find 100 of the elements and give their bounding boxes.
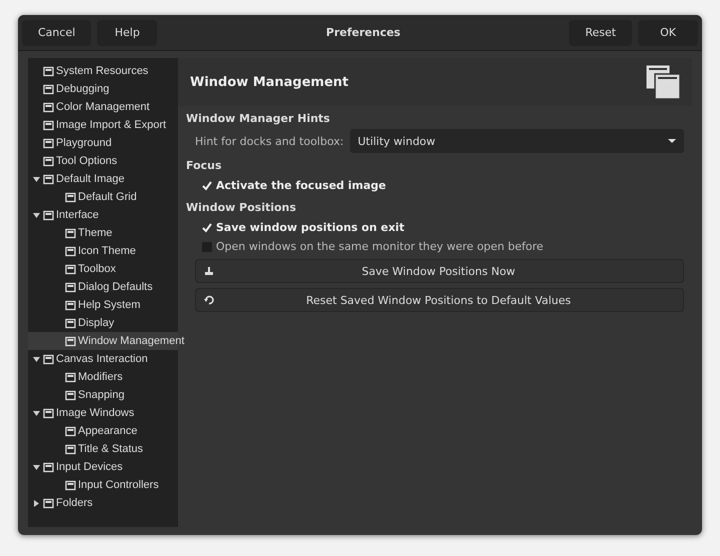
page-icon [65, 246, 76, 256]
reset-icon [204, 295, 214, 305]
item-label: Toolbox [78, 263, 116, 275]
stamp-icon [204, 266, 214, 276]
page-icon [65, 336, 76, 346]
page-icon [65, 228, 76, 238]
checkbox-label: Save window positions on exit [216, 221, 404, 234]
page-icon [65, 282, 76, 292]
tree-item[interactable]: Dialog Defaults [28, 278, 178, 296]
tree-item[interactable]: Interface [28, 206, 178, 224]
tree-item[interactable]: Tool Options [28, 152, 178, 170]
item-label: Debugging [56, 83, 110, 95]
dropdown[interactable]: Utility window [350, 129, 684, 153]
item-label: Canvas Interaction [56, 353, 148, 365]
item-label: Input Devices [56, 461, 123, 473]
collapse-arrow-icon[interactable] [32, 462, 41, 472]
tree-item[interactable]: Display [28, 314, 178, 332]
tree-item[interactable]: Playground [28, 134, 178, 152]
section-heading: Focus [186, 159, 223, 172]
tree-item[interactable]: Input Devices [28, 458, 178, 476]
page-icon [43, 210, 54, 220]
page-icon [65, 444, 76, 454]
expand-arrow-icon[interactable] [32, 498, 41, 508]
checkbox-label: Activate the focused image [216, 179, 386, 192]
item-label: Interface [56, 209, 99, 221]
item-label: Playground [56, 137, 112, 149]
page-title: Window Management [190, 74, 349, 90]
field-label: Hint for docks and toolbox: [195, 134, 344, 148]
item-label: Tool Options [56, 155, 118, 167]
tree-item[interactable]: Help System [28, 296, 178, 314]
tree-item[interactable]: Title & Status [28, 440, 178, 458]
tree-item[interactable]: Icon Theme [28, 242, 178, 260]
page-icon [43, 174, 54, 184]
tree-item[interactable]: System Resources [28, 62, 178, 80]
tree-item[interactable]: Image Import & Export [28, 116, 178, 134]
page-icon [43, 102, 54, 112]
tree-item[interactable]: Snapping [28, 386, 178, 404]
collapse-arrow-icon[interactable] [32, 408, 41, 418]
section-heading: Window Positions [186, 201, 298, 214]
tree-item[interactable]: Toolbox [28, 260, 178, 278]
page-icon [65, 480, 76, 490]
page-icon [65, 318, 76, 328]
page-icon [65, 426, 76, 436]
checkbox-label: Open windows on the same monitor they were open before [216, 240, 544, 253]
item-label: Modifiers [78, 371, 123, 383]
page-icon [65, 390, 76, 400]
page-icon [65, 264, 76, 274]
item-label: Display [78, 317, 114, 329]
tree-item[interactable]: Debugging [28, 80, 178, 98]
header-button[interactable]: Cancel [22, 20, 92, 46]
tree-item[interactable]: Modifiers [28, 368, 178, 386]
windows-icon [644, 63, 682, 101]
tree-item[interactable]: Input Controllers [28, 476, 178, 494]
action-button[interactable]: Save Window Positions Now [195, 259, 684, 283]
item-label: Default Grid [78, 191, 137, 203]
item-label: Appearance [78, 425, 138, 437]
collapse-arrow-icon[interactable] [32, 210, 41, 220]
tree-item[interactable]: Image Windows [28, 404, 178, 422]
collapse-arrow-icon[interactable] [32, 174, 41, 184]
tree-item[interactable]: Folders [28, 494, 178, 512]
page-icon [43, 84, 54, 94]
tree-item[interactable]: Canvas Interaction [28, 350, 178, 368]
page-icon [65, 300, 76, 310]
section-heading: Window Manager Hints [186, 112, 331, 125]
item-label: Color Management [56, 101, 150, 113]
item-label: Title & Status [78, 443, 144, 455]
checkbox[interactable] [202, 222, 212, 232]
item-label: Theme [78, 227, 112, 239]
page-icon [43, 156, 54, 166]
collapse-arrow-icon[interactable] [32, 354, 41, 364]
item-label: Window Management [78, 335, 184, 347]
action-button[interactable]: Reset Saved Window Positions to Default Values [195, 288, 684, 312]
page-icon [65, 192, 76, 202]
page-icon [43, 408, 54, 418]
item-label: Input Controllers [78, 479, 159, 491]
tree-item[interactable]: Default Image [28, 170, 178, 188]
tree-item[interactable]: Theme [28, 224, 178, 242]
checkbox[interactable] [202, 180, 212, 190]
page-icon [43, 66, 54, 76]
item-label: Folders [56, 497, 93, 509]
page-icon [43, 138, 54, 148]
header-button[interactable]: OK [638, 20, 698, 46]
item-label: Image Windows [56, 407, 134, 419]
tree-item[interactable]: Default Grid [28, 188, 178, 206]
page-icon [65, 372, 76, 382]
item-label: Snapping [78, 389, 124, 401]
item-label: Default Image [56, 173, 124, 185]
caret-icon [668, 138, 676, 144]
window-title: Preferences [326, 26, 400, 39]
page-icon [43, 462, 54, 472]
item-label: Image Import & Export [56, 119, 166, 131]
page-icon [43, 498, 54, 508]
header-button[interactable]: Help [97, 20, 158, 46]
item-label: Dialog Defaults [78, 281, 153, 293]
tree-item[interactable]: Appearance [28, 422, 178, 440]
page-icon [43, 120, 54, 130]
item-label: Help System [78, 299, 140, 311]
tree-item[interactable]: Color Management [28, 98, 178, 116]
item-label: System Resources [56, 65, 148, 77]
header-button[interactable]: Reset [569, 20, 632, 46]
